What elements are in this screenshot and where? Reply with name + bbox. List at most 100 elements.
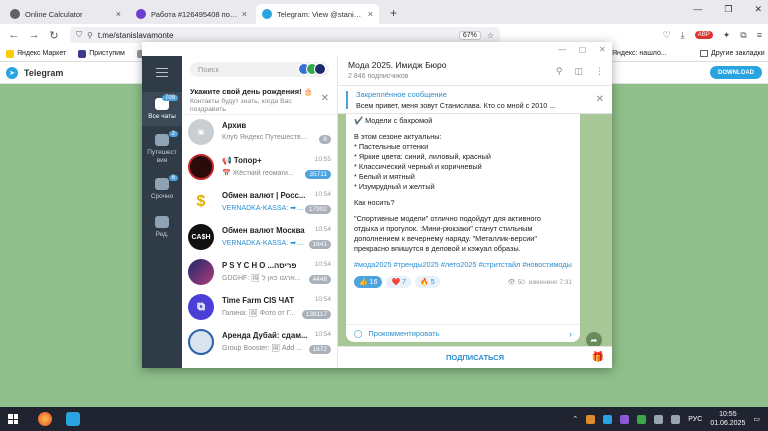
reaction-fire[interactable]: 🔥 5 xyxy=(415,276,440,288)
hashtags[interactable]: #мода2025 #тренды2025 #лето2025 #стритст… xyxy=(354,260,572,270)
close-icon[interactable]: ✕ xyxy=(321,93,329,104)
folder-edit[interactable]: Ред. xyxy=(142,210,182,244)
minimize-icon[interactable]: — xyxy=(693,4,702,15)
minimize-icon[interactable]: — xyxy=(558,45,566,54)
download-button[interactable]: DOWNLOAD xyxy=(710,66,762,79)
close-pinned-icon[interactable]: ✕ xyxy=(596,94,604,105)
gift-icon[interactable]: 🎁 xyxy=(592,352,604,363)
bookmark-label: Яндекс Маркет xyxy=(17,50,67,57)
search-icon[interactable]: ⚲ xyxy=(556,66,563,77)
folder-label: Срочно xyxy=(150,193,174,200)
extensions-puzzle-icon[interactable]: ⧉ xyxy=(740,30,746,41)
tab-label: Online Calculator xyxy=(25,9,83,19)
chat-avatar: $ xyxy=(188,189,214,215)
chat-item[interactable]: 📢 Топор+ 10:55 📅 Жёсткий геомаги... 3571… xyxy=(182,150,337,185)
calculator-favicon-icon xyxy=(10,9,20,19)
close-tab-icon[interactable]: × xyxy=(242,9,247,19)
stories-avatars[interactable] xyxy=(298,63,326,75)
tray-chevron-icon[interactable]: ⌃ xyxy=(572,415,578,423)
pocket-icon[interactable]: ♡ xyxy=(663,30,671,41)
birthday-prompt[interactable]: Укажите свой день рождения! 🎂 Контакты б… xyxy=(182,83,337,115)
download-icon[interactable]: ⤓ xyxy=(681,30,685,41)
close-window-icon[interactable]: ✕ xyxy=(599,45,606,54)
sidebar-toggle-icon[interactable]: ◫ xyxy=(574,66,583,77)
tray-app-icon[interactable] xyxy=(637,414,647,424)
firefox-icon[interactable] xyxy=(38,412,52,426)
tray-app-icon[interactable] xyxy=(603,414,613,424)
url-text: t.me/stanislavamonte xyxy=(97,30,174,40)
telegram-favicon-icon xyxy=(262,9,272,19)
bookmark-other-folder[interactable]: Другие закладки xyxy=(700,50,765,57)
menu-icon[interactable]: ≡ xyxy=(757,30,762,40)
bookmark-yandex-search[interactable]: Яндекс: нашло... xyxy=(612,50,667,57)
new-tab-icon[interactable]: + xyxy=(382,6,405,24)
chat-time: 10:54 xyxy=(314,261,331,268)
pinned-title: Закреплённое сообщение xyxy=(356,90,447,99)
tray-app-icon[interactable] xyxy=(620,414,630,424)
browser-tab-calculator[interactable]: Online Calculator × xyxy=(4,4,127,24)
windows-start-icon[interactable] xyxy=(8,414,18,424)
maximize-icon[interactable]: ▢ xyxy=(579,45,587,54)
unread-count: 17902 xyxy=(304,205,331,214)
language-indicator[interactable]: РУС xyxy=(688,416,702,423)
telegram-window-controls: — ▢ ✕ xyxy=(552,42,612,56)
subscribe-button[interactable]: ПОДПИСАТЬСЯ 🎁 xyxy=(338,346,612,368)
chat-item[interactable]: $ Обмен валют | Росс... 10:54 VERNADKA-K… xyxy=(182,185,337,220)
browser-tab-order[interactable]: Работа #126495408 по заказу × xyxy=(130,4,253,24)
chat-name: Обмен валют | Росс... xyxy=(222,191,306,200)
chat-avatar: CA$H xyxy=(188,224,214,250)
channel-header[interactable]: Мода 2025. Имидж Бюро 2 846 подписчиков … xyxy=(338,56,612,86)
folder-urgent[interactable]: 6 Срочно xyxy=(142,172,182,206)
bookmark-pristupim[interactable]: Приступим xyxy=(78,49,125,58)
volume-icon[interactable] xyxy=(671,414,681,424)
close-window-icon[interactable]: ✕ xyxy=(754,4,762,15)
message-line: В этом сезоне актуальны: xyxy=(354,132,442,141)
chat-item[interactable]: P S Y C H O ...פריסה 10:54 GDGHF: 🖼 ארגנ… xyxy=(182,255,337,290)
archive-icon: ▣ xyxy=(188,119,214,145)
reaction-heart[interactable]: ❤️ 7 xyxy=(386,276,412,288)
close-tab-icon[interactable]: × xyxy=(368,9,373,19)
reaction-thumbs-up[interactable]: 👍 16 xyxy=(354,276,383,288)
message-line: прекрасно впишутся в деловой и кэжуал об… xyxy=(354,244,521,253)
story-avatar[interactable] xyxy=(314,63,326,75)
site-info-icon[interactable]: ⚲ xyxy=(87,31,93,40)
birthday-subtitle: Контакты будут знать, когда Вас поздрави… xyxy=(190,98,292,113)
network-icon[interactable] xyxy=(654,414,664,424)
back-icon[interactable]: ← xyxy=(6,29,22,41)
chat-preview: Клуб Яндекс Путешествен... xyxy=(222,134,310,141)
chat-preview: VERNADKA-KASSA: ➡ ... xyxy=(222,204,310,212)
browser-tab-telegram[interactable]: Telegram: View @stanislavamor × xyxy=(256,4,379,24)
chat-name: Time Farm CIS ЧАТ xyxy=(222,296,295,305)
chat-item[interactable]: ⧉ Time Farm CIS ЧАТ 10:54 Галина: 🖼 Фото… xyxy=(182,290,337,325)
folder-travel[interactable]: 2 Путешест вия xyxy=(142,128,182,168)
close-tab-icon[interactable]: × xyxy=(116,9,121,19)
forward-icon[interactable]: → xyxy=(26,29,42,41)
address-bar[interactable]: ⛉ ⚲ t.me/stanislavamonte 67% ☆ xyxy=(70,27,500,43)
more-icon[interactable]: ⋮ xyxy=(595,66,604,77)
comment-button[interactable]: ◯ Прокомментировать › xyxy=(346,324,580,342)
reload-icon[interactable]: ↻ xyxy=(46,29,62,42)
bookmark-star-icon[interactable]: ☆ xyxy=(487,31,494,40)
chat-name: 📢 Топор+ xyxy=(222,156,262,165)
chat-item-archive[interactable]: ▣ Архив Клуб Яндекс Путешествен... 8 xyxy=(182,115,337,150)
telegram-window: — ▢ ✕ 709 Все чаты 2 Путешест вия 6 Сроч… xyxy=(142,42,612,368)
adblock-icon[interactable]: ABP xyxy=(694,31,713,39)
chat-item[interactable]: Аренда Дубай: сдам... 10:54 Group Booste… xyxy=(182,325,337,360)
message-bubble[interactable]: ✔️ Модели с бахромой В этом сезоне актуа… xyxy=(346,114,580,342)
notifications-icon[interactable]: ▭ xyxy=(753,415,760,423)
tray-app-icon[interactable] xyxy=(586,414,596,424)
hamburger-menu-icon[interactable] xyxy=(156,68,168,77)
bookmark-yandex-market[interactable]: Яндекс Маркет xyxy=(6,49,67,58)
telegram-taskbar-icon[interactable] xyxy=(66,412,80,426)
folder-all-chats[interactable]: 709 Все чаты xyxy=(142,92,182,126)
maximize-icon[interactable]: ❐ xyxy=(724,4,732,15)
search-input[interactable]: Поиск xyxy=(190,62,329,77)
clock[interactable]: 10:55 01.06.2025 xyxy=(710,410,745,428)
unread-count: 1641 xyxy=(308,240,331,249)
folder-badge: 6 xyxy=(168,175,178,181)
chat-item[interactable]: CA$H Обмен валют Москва 10:54 VERNADKA-K… xyxy=(182,220,337,255)
extension-icon[interactable]: ✦ xyxy=(723,30,731,41)
pinned-message[interactable]: Закреплённое сообщение Всем привет, меня… xyxy=(338,86,612,114)
zoom-level[interactable]: 67% xyxy=(458,30,481,40)
clock-date: 01.06.2025 xyxy=(710,420,746,427)
